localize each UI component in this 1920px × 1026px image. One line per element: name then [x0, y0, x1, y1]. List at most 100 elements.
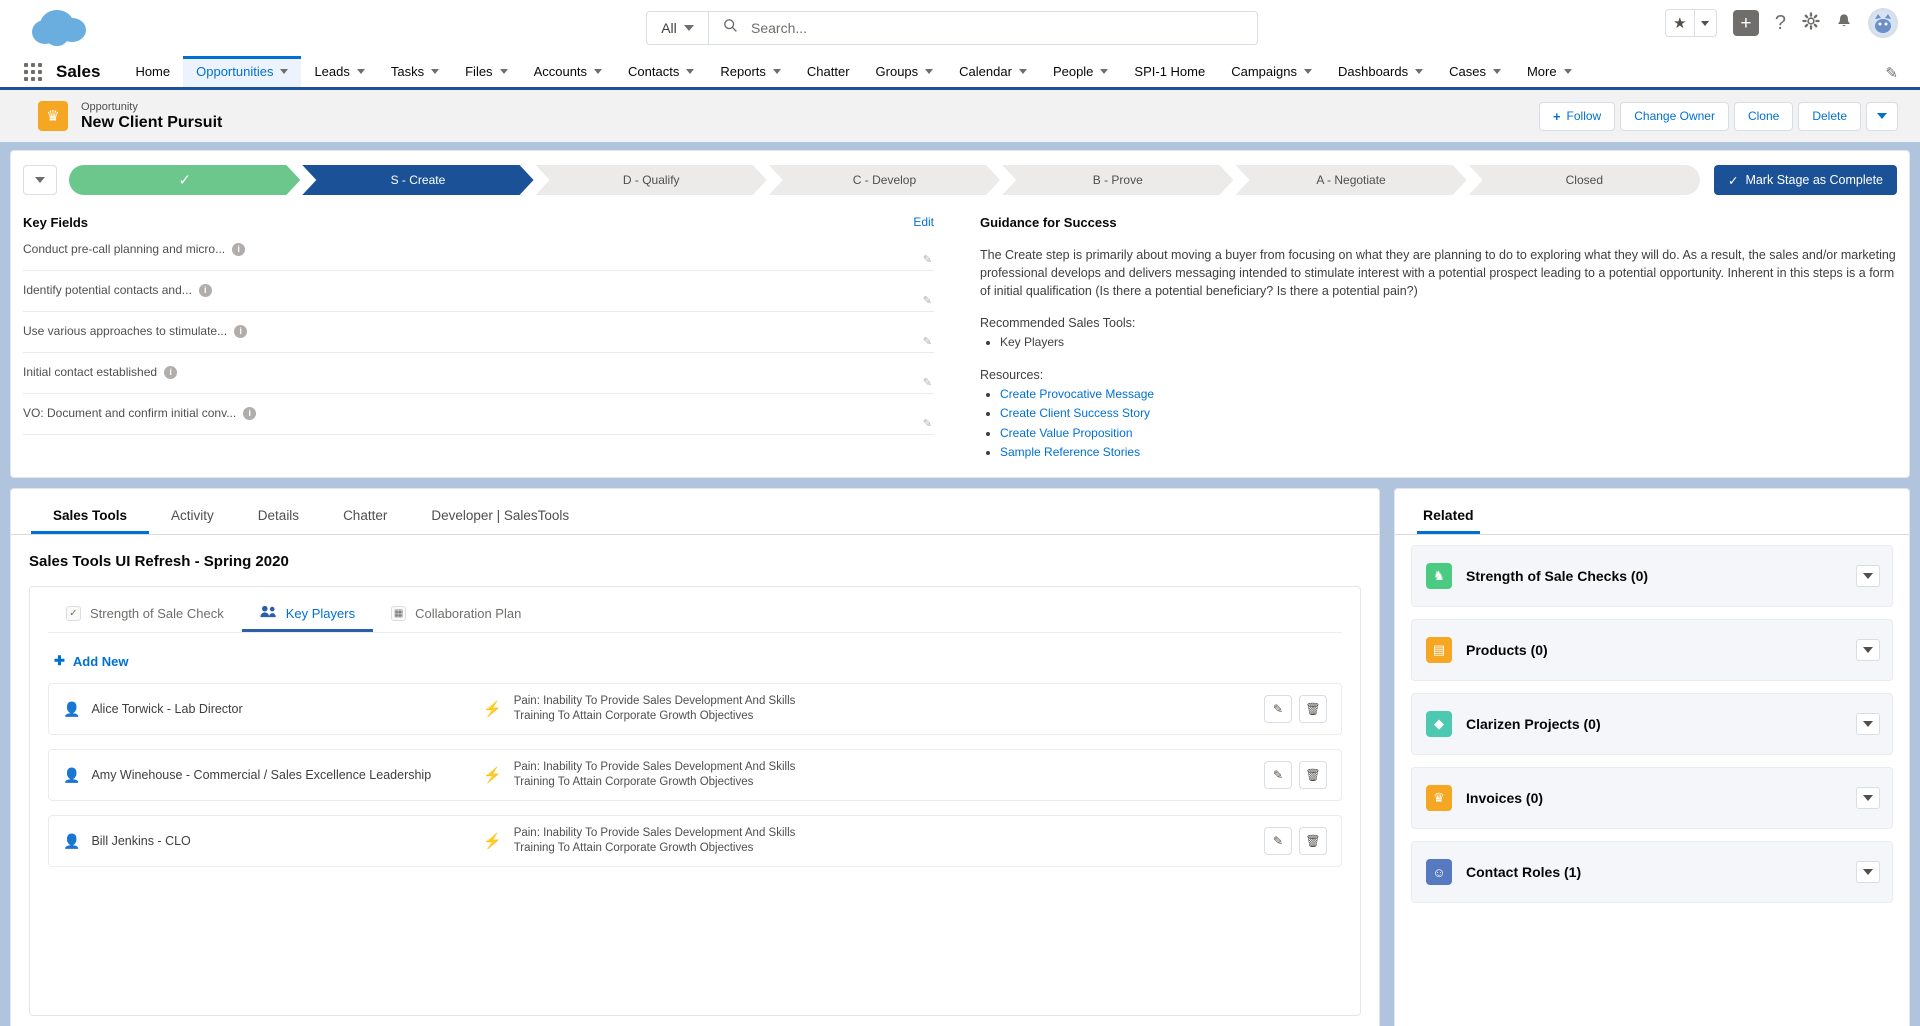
related-item-invoices[interactable]: ♛ Invoices (0) [1411, 767, 1893, 830]
path-stage-closed[interactable]: Closed [1468, 165, 1700, 195]
resource-link[interactable]: Create Value Proposition [1000, 426, 1133, 440]
nav-item-spi-1-home[interactable]: SPI-1 Home [1121, 56, 1218, 87]
info-icon[interactable]: i [198, 283, 212, 297]
bell-icon[interactable] [1836, 13, 1852, 34]
info-icon[interactable]: i [243, 406, 257, 420]
path-collapse-toggle[interactable] [23, 165, 57, 195]
tab-chatter[interactable]: Chatter [321, 508, 409, 534]
favorites-chevron-down-icon[interactable] [1693, 10, 1716, 36]
nav-item-files[interactable]: Files [452, 56, 520, 87]
add-new-button[interactable]: ✚ Add New [54, 653, 1342, 669]
chevron-down-icon[interactable] [1856, 861, 1880, 884]
nav-item-chatter[interactable]: Chatter [794, 56, 863, 87]
key-player-pain-cell: ⚡ Pain: Inability To Provide Sales Devel… [483, 826, 1264, 857]
delete-button[interactable]: Delete [1798, 101, 1861, 131]
chevron-down-icon[interactable] [1856, 787, 1880, 810]
salesforce-cloud-logo[interactable] [32, 8, 90, 48]
key-field-row[interactable]: Identify potential contacts and... i ✎ [23, 271, 934, 312]
path-stage-a-negotiate[interactable]: A - Negotiate [1235, 165, 1466, 195]
related-item-contact-roles[interactable]: ☺ Contact Roles (1) [1411, 841, 1893, 904]
plus-square-icon[interactable]: + [1732, 10, 1759, 36]
key-field-row[interactable]: VO: Document and confirm initial conv...… [23, 394, 934, 435]
nav-item-leads[interactable]: Leads [301, 56, 377, 87]
path-stage-completed[interactable]: ✓ [69, 165, 300, 195]
pencil-icon[interactable]: ✎ [923, 335, 932, 348]
app-name[interactable]: Sales [56, 56, 122, 87]
nav-item-accounts[interactable]: Accounts [521, 56, 615, 87]
trash-icon[interactable]: 🗑 [1299, 761, 1327, 790]
nav-item-calendar[interactable]: Calendar [946, 56, 1040, 87]
nav-item-tasks[interactable]: Tasks [378, 56, 452, 87]
related-item-strength-of-sale-checks[interactable]: ♞ Strength of Sale Checks (0) [1411, 545, 1893, 608]
pencil-icon[interactable]: ✎ [923, 417, 932, 430]
star-icon[interactable]: ★ [1666, 10, 1694, 36]
nav-item-cases[interactable]: Cases [1436, 56, 1514, 87]
pencil-icon[interactable]: ✎ [1264, 761, 1292, 790]
pencil-icon[interactable]: ✎ [1264, 695, 1292, 724]
person-icon: 👤 [63, 700, 81, 717]
nav-item-groups[interactable]: Groups [863, 56, 947, 87]
global-search-bar[interactable]: All Search... [646, 11, 1258, 45]
key-player-row[interactable]: 👤 Alice Torwick - Lab Director ⚡ Pain: I… [48, 683, 1342, 736]
trash-icon[interactable]: 🗑 [1299, 827, 1327, 856]
resource-link[interactable]: Create Client Success Story [1000, 406, 1150, 420]
app-launcher-icon[interactable] [18, 56, 48, 87]
pencil-icon[interactable]: ✎ [1885, 64, 1898, 82]
user-avatar[interactable] [1868, 8, 1898, 38]
tab-developer-salestools[interactable]: Developer | SalesTools [409, 508, 591, 534]
pencil-icon[interactable]: ✎ [923, 253, 932, 266]
key-player-row[interactable]: 👤 Amy Winehouse - Commercial / Sales Exc… [48, 749, 1342, 802]
mark-stage-complete-button[interactable]: ✓ Mark Stage as Complete [1713, 165, 1897, 195]
pencil-icon[interactable]: ✎ [923, 376, 932, 389]
contact-roles-icon: ☺ [1426, 859, 1452, 886]
nav-item-reports[interactable]: Reports [707, 56, 794, 87]
nav-item-home[interactable]: Home [122, 56, 183, 87]
check-icon: ✓ [1727, 173, 1739, 188]
key-field-row[interactable]: Use various approaches to stimulate... i … [23, 312, 934, 353]
key-field-row[interactable]: Conduct pre-call planning and micro... i … [23, 230, 934, 271]
key-player-row[interactable]: 👤 Bill Jenkins - CLO ⚡ Pain: Inability T… [48, 815, 1342, 868]
resource-link[interactable]: Create Provocative Message [1000, 387, 1154, 401]
chevron-down-icon[interactable] [1856, 713, 1880, 736]
related-item-clarizen-projects[interactable]: ◆ Clarizen Projects (0) [1411, 693, 1893, 756]
trash-icon[interactable]: 🗑 [1299, 695, 1327, 724]
chevron-down-icon[interactable] [1856, 565, 1880, 588]
sales-tools-section: Sales Tools UI Refresh - Spring 2020 ✓ S… [29, 553, 1361, 1017]
nav-item-people[interactable]: People [1040, 56, 1121, 87]
info-icon[interactable]: i [164, 365, 178, 379]
search-input[interactable]: Search... [751, 20, 807, 36]
favorites-group[interactable]: ★ [1664, 9, 1717, 37]
nav-item-campaigns[interactable]: Campaigns [1218, 56, 1325, 87]
clone-button[interactable]: Clone [1733, 101, 1794, 131]
path-stage-b-prove[interactable]: B - Prove [1002, 165, 1233, 195]
help-icon[interactable]: ? [1775, 13, 1786, 33]
tab-related[interactable]: Related [1417, 507, 1480, 534]
follow-button[interactable]: + Follow [1538, 101, 1616, 131]
more-actions-button[interactable] [1866, 101, 1898, 131]
nav-item-contacts[interactable]: Contacts [615, 56, 707, 87]
info-icon[interactable]: i [232, 242, 246, 256]
key-fields-edit-link[interactable]: Edit [913, 215, 934, 229]
tool-tab-key-players[interactable]: Key Players [242, 605, 373, 632]
resource-link[interactable]: Sample Reference Stories [1000, 445, 1140, 459]
related-item-products[interactable]: ▤ Products (0) [1411, 619, 1893, 682]
path-stage-c-develop[interactable]: C - Develop [769, 165, 1000, 195]
nav-item-more[interactable]: More [1514, 56, 1585, 87]
change-owner-button[interactable]: Change Owner [1620, 101, 1729, 131]
path-stage-d-qualify[interactable]: D - Qualify [536, 165, 767, 195]
tab-sales-tools[interactable]: Sales Tools [31, 508, 149, 534]
tab-details[interactable]: Details [236, 508, 321, 534]
nav-item-dashboards[interactable]: Dashboards [1325, 56, 1436, 87]
tool-tab-collaboration-plan[interactable]: ▦ Collaboration Plan [373, 605, 539, 632]
tool-tab-strength-of-sale-check[interactable]: ✓ Strength of Sale Check [48, 605, 242, 632]
pencil-icon[interactable]: ✎ [923, 294, 932, 307]
chevron-down-icon[interactable] [1856, 639, 1880, 662]
info-icon[interactable]: i [234, 324, 248, 338]
key-field-row[interactable]: Initial contact established i ✎ [23, 353, 934, 394]
pencil-icon[interactable]: ✎ [1264, 827, 1292, 856]
nav-item-opportunities[interactable]: Opportunities [183, 56, 302, 87]
path-stage-s-create[interactable]: S - Create [302, 165, 533, 195]
tab-activity[interactable]: Activity [149, 508, 236, 534]
gear-icon[interactable] [1802, 12, 1820, 34]
search-scope-select[interactable]: All [647, 12, 709, 44]
